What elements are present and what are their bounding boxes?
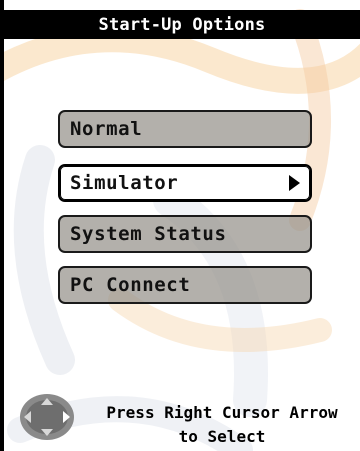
- menu-item-label: PC Connect: [70, 274, 191, 296]
- menu-item-system-status[interactable]: System Status: [58, 215, 312, 253]
- menu-item-simulator[interactable]: Simulator: [58, 164, 312, 202]
- menu-item-label: Simulator: [70, 172, 179, 194]
- cursor-pad-icon: [20, 394, 74, 440]
- instruction-text: Press Right Cursor Arrow to Select: [88, 401, 356, 449]
- menu-item-label: Normal: [70, 118, 143, 140]
- instruction-line-1: Press Right Cursor Arrow: [106, 403, 338, 422]
- right-triangle-icon: [289, 175, 300, 191]
- startup-screen: Start-Up Options Normal Simulator System…: [0, 0, 360, 451]
- instruction-line-2: to Select: [178, 427, 266, 446]
- page-title: Start-Up Options: [4, 10, 360, 39]
- menu-item-normal[interactable]: Normal: [58, 110, 312, 148]
- screen-left-edge: [0, 0, 4, 451]
- menu-item-label: System Status: [70, 223, 227, 245]
- menu-item-pc-connect[interactable]: PC Connect: [58, 266, 312, 304]
